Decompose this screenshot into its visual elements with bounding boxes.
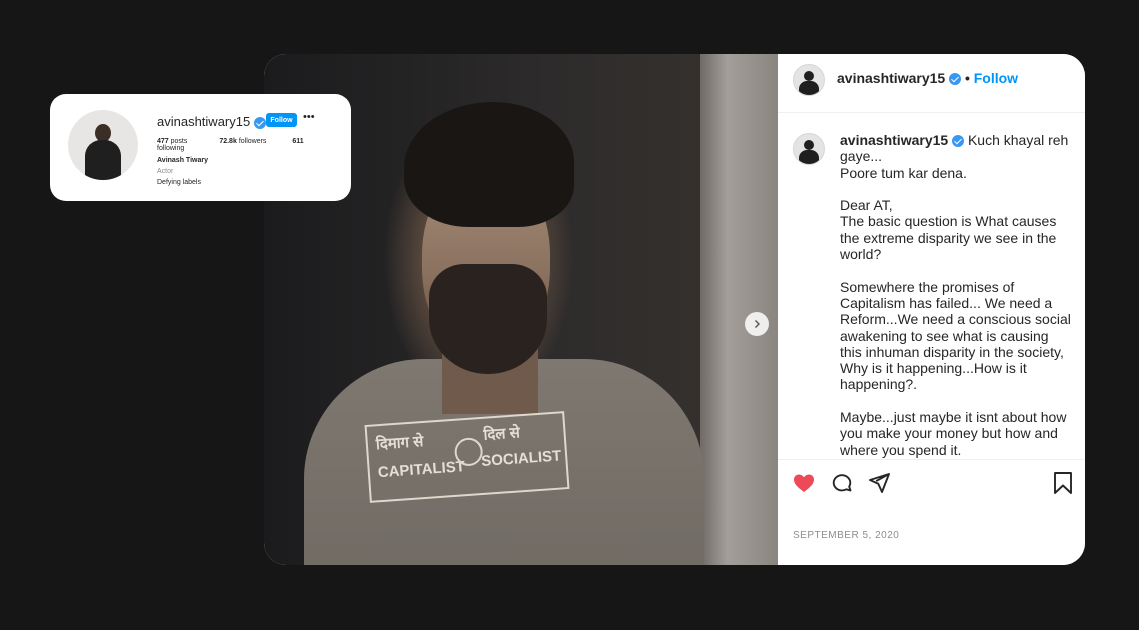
verified-badge-icon (253, 116, 266, 129)
shirt-print-right-hindi: दिल से (482, 424, 521, 444)
post-header: avinashtiwary15 • Follow (778, 54, 1085, 113)
verified-badge-icon (949, 73, 962, 86)
post-actions (778, 459, 1085, 516)
post-caption: avinashtiwary15 Kuch khayal reh gaye... … (840, 132, 1072, 474)
profile-avatar[interactable] (68, 110, 138, 180)
post-date: SEPTEMBER 5, 2020 (793, 530, 900, 541)
profile-username[interactable]: avinashtiwary15 (157, 114, 250, 129)
stat-label: posts (170, 138, 188, 145)
stat-value: 611 (292, 138, 304, 145)
comment-icon[interactable] (830, 471, 854, 495)
header-username[interactable]: avinashtiwary15 (837, 70, 945, 86)
stat-posts[interactable]: 477 posts (157, 138, 199, 145)
caption-paragraph: Maybe...just maybe it isnt about how you… (840, 409, 1067, 458)
photo-hair (404, 102, 574, 227)
paper-plane-icon[interactable] (867, 471, 891, 495)
stat-label: followers (238, 138, 267, 145)
caption-avatar[interactable] (793, 133, 825, 165)
shirt-print-right-english: SOCIALIST (480, 447, 562, 470)
shirt-print: दिमाग से दिल से CAPITALIST SOCIALIST (364, 411, 570, 503)
carousel-next-button[interactable] (745, 312, 769, 336)
profile-bio: Defying labels (157, 179, 201, 186)
caption-first-paragraph: avinashtiwary15 Kuch khayal reh gaye... … (840, 132, 1072, 181)
header-username-row: avinashtiwary15 • Follow (837, 70, 1018, 86)
caption-username[interactable]: avinashtiwary15 (840, 132, 948, 148)
caption-paragraph: Dear AT, The basic question is What caus… (840, 197, 1057, 263)
more-options-icon[interactable]: ••• (303, 111, 315, 123)
profile-stats: 477 posts 72.8k followers 611 following (157, 138, 351, 152)
profile-follow-button[interactable]: Follow (266, 113, 297, 127)
chevron-right-icon (755, 320, 760, 328)
header-follow-button[interactable]: Follow (974, 70, 1018, 86)
stat-followers[interactable]: 72.8k followers (219, 138, 278, 145)
bookmark-icon[interactable] (1052, 471, 1074, 495)
profile-category: Actor (157, 168, 174, 175)
stat-label: following (157, 145, 185, 152)
heart-filled-icon[interactable] (792, 471, 816, 495)
post-sidebar: avinashtiwary15 • Follow avinashtiwary15… (778, 54, 1085, 565)
caption-paragraph: Somewhere the promises of Capitalism has… (840, 278, 1071, 393)
photo-background-wall (700, 54, 778, 565)
stat-value: 72.8k (219, 138, 237, 145)
profile-full-name: Avinash Tiwary (157, 157, 208, 164)
verified-badge-icon (952, 135, 965, 148)
profile-card: avinashtiwary15 Follow ••• 477 posts 72.… (50, 94, 351, 201)
stat-value: 477 (157, 138, 169, 145)
post-card: दिमाग से दिल से CAPITALIST SOCIALIST avi… (264, 54, 1085, 565)
photo-beard (429, 264, 547, 374)
profile-username-row: avinashtiwary15 (157, 114, 266, 129)
header-separator: • (964, 70, 970, 86)
header-avatar[interactable] (793, 64, 825, 96)
shirt-print-left-english: CAPITALIST (377, 458, 466, 482)
shirt-print-left-hindi: दिमाग से (375, 433, 424, 454)
